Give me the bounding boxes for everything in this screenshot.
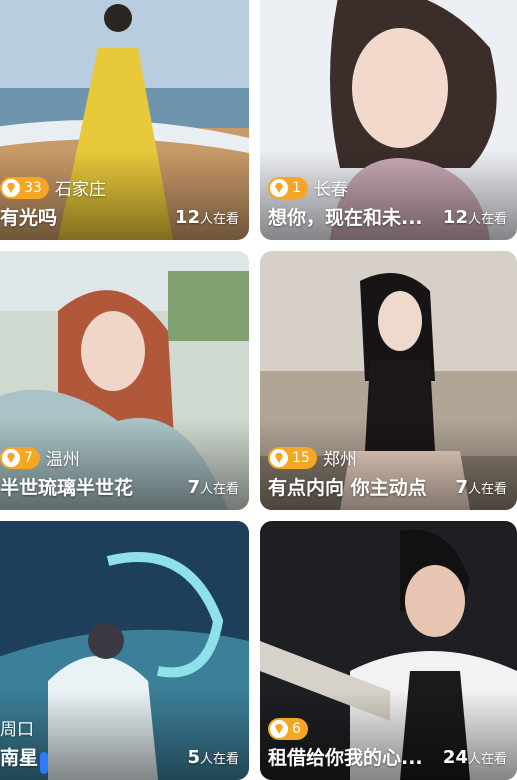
viewer-unit: 人在看 xyxy=(199,482,239,497)
stream-card-3[interactable]: 7 温州 半世琉璃半世花 7人在看 xyxy=(0,251,249,510)
viewer-number: 12 xyxy=(174,207,200,228)
card-meta: 7 温州 xyxy=(0,445,80,470)
viewer-unit: 人在看 xyxy=(199,212,239,227)
stream-card-5[interactable]: 周口 南星 5人在看 xyxy=(0,521,249,780)
stream-title: 有光吗 xyxy=(0,207,58,229)
stream-card-2[interactable]: 1 长春 想你，现在和未... 12人在看 xyxy=(260,0,517,240)
diamond-icon xyxy=(270,178,288,197)
viewer-number: 7 xyxy=(187,477,200,498)
level-value: 1 xyxy=(292,179,301,196)
location-label: 郑州 xyxy=(322,450,357,470)
viewer-number: 12 xyxy=(442,207,468,228)
indicator-dot xyxy=(40,752,48,774)
diamond-icon xyxy=(2,448,20,467)
viewer-count: 7人在看 xyxy=(187,477,239,498)
level-value: 33 xyxy=(24,179,42,196)
diamond-icon xyxy=(2,178,20,197)
level-badge: 15 xyxy=(268,446,317,469)
stream-title: 租借给你我的心... xyxy=(268,747,423,769)
stream-title: 有点内向 你主动点 xyxy=(268,477,427,499)
card-meta: 6 xyxy=(268,718,308,740)
stream-title: 半世琉璃半世花 xyxy=(0,477,134,499)
diamond-icon xyxy=(270,448,288,467)
level-badge: 6 xyxy=(268,718,308,740)
viewer-count: 5人在看 xyxy=(187,747,239,768)
diamond-icon xyxy=(270,720,288,738)
stream-card-6[interactable]: 6 租借给你我的心... 24人在看 xyxy=(260,521,517,780)
viewer-unit: 人在看 xyxy=(199,752,239,767)
stream-card-1[interactable]: 33 石家庄 有光吗 12人在看 xyxy=(0,0,249,240)
viewer-unit: 人在看 xyxy=(467,212,507,227)
card-meta: 33 石家庄 xyxy=(0,175,106,200)
level-value: 7 xyxy=(24,449,33,466)
stream-card-4[interactable]: 15 郑州 有点内向 你主动点 7人在看 xyxy=(260,251,517,510)
location-label: 石家庄 xyxy=(54,180,106,200)
card-meta: 周口 xyxy=(0,715,34,740)
viewer-number: 24 xyxy=(442,747,468,768)
viewer-unit: 人在看 xyxy=(467,752,507,767)
level-value: 6 xyxy=(292,721,301,737)
viewer-number: 5 xyxy=(187,747,200,768)
viewer-count: 12人在看 xyxy=(175,207,239,228)
card-meta: 1 长春 xyxy=(268,175,348,200)
viewer-count: 12人在看 xyxy=(443,207,507,228)
level-value: 15 xyxy=(292,449,310,466)
level-badge: 7 xyxy=(0,446,40,469)
card-meta: 15 郑州 xyxy=(268,445,357,470)
location-label: 温州 xyxy=(45,450,80,470)
viewer-count: 7人在看 xyxy=(455,477,507,498)
viewer-unit: 人在看 xyxy=(467,482,507,497)
stream-title: 想你，现在和未... xyxy=(268,207,423,229)
viewer-count: 24人在看 xyxy=(443,747,507,768)
level-badge: 1 xyxy=(268,176,308,199)
viewer-number: 7 xyxy=(455,477,468,498)
location-label: 周口 xyxy=(0,720,34,740)
location-label: 长春 xyxy=(313,180,348,200)
level-badge: 33 xyxy=(0,176,49,199)
stream-title: 南星 xyxy=(0,747,39,769)
